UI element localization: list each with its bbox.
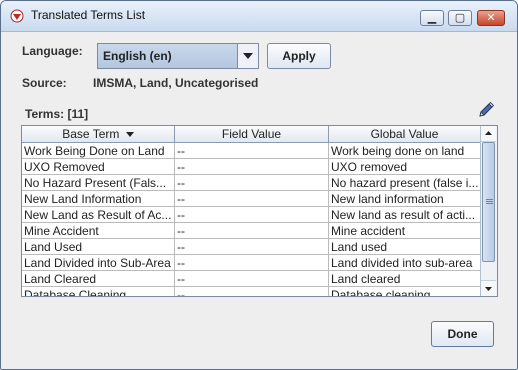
- terms-count-label: Terms: [11]: [25, 107, 89, 121]
- column-header-field-value[interactable]: Field Value: [175, 126, 329, 142]
- field-value-cell: --: [175, 271, 329, 287]
- translated-terms-dialog: Translated Terms List ▁ ▢ ✕ Language: En…: [0, 0, 518, 370]
- base-term-cell: Mine Accident: [22, 223, 175, 239]
- source-value: IMSMA, Land, Uncategorised: [93, 76, 259, 90]
- field-value-cell: --: [175, 239, 329, 255]
- app-logo-icon: [10, 9, 24, 23]
- global-value-cell: Land divided into sub-area: [329, 255, 481, 271]
- table-row[interactable]: Database Cleaning -- Database cleaning: [22, 287, 481, 296]
- close-icon: ✕: [486, 11, 496, 24]
- column-header-global-value[interactable]: Global Value: [329, 126, 481, 142]
- scroll-down-button[interactable]: [481, 280, 496, 296]
- field-value-cell: --: [175, 223, 329, 239]
- base-term-cell: Land Cleared: [22, 271, 175, 287]
- table-row[interactable]: Land Used -- Land used: [22, 239, 481, 255]
- scroll-up-button[interactable]: [481, 126, 496, 142]
- global-value-cell: Database cleaning: [329, 287, 481, 296]
- done-button[interactable]: Done: [431, 321, 494, 347]
- base-term-cell: Database Cleaning: [22, 287, 175, 296]
- field-value-cell: --: [175, 175, 329, 191]
- language-selected-value: English (en): [103, 49, 172, 63]
- table-row[interactable]: No Hazard Present (Fals... -- No hazard pr…: [22, 175, 481, 191]
- language-label: Language:: [22, 44, 83, 58]
- terms-table[interactable]: Base Term Field Value Global Value Work …: [21, 125, 498, 297]
- minimize-icon: ▁: [427, 11, 437, 24]
- table-row[interactable]: Work Being Done on Land -- Work being done…: [22, 143, 481, 159]
- scroll-thumb[interactable]: [482, 142, 495, 262]
- field-value-cell: --: [175, 191, 329, 207]
- global-value-cell: Mine accident: [329, 223, 481, 239]
- source-label: Source:: [22, 76, 67, 90]
- table-row[interactable]: UXO Removed -- UXO removed: [22, 159, 481, 175]
- table-header: Base Term Field Value Global Value: [22, 126, 481, 143]
- global-value-cell: Land used: [329, 239, 481, 255]
- thumb-grip: [486, 199, 493, 200]
- field-value-cell: --: [175, 255, 329, 271]
- field-value-cell: --: [175, 143, 329, 159]
- column-header-base-term[interactable]: Base Term: [22, 126, 175, 142]
- field-value-cell: --: [175, 159, 329, 175]
- dialog-content: Language: English (en) Apply Source: IMS…: [1, 32, 517, 369]
- maximize-button[interactable]: ▢: [448, 10, 472, 26]
- base-term-cell: Land Divided into Sub-Area: [22, 255, 175, 271]
- chevron-down-icon[interactable]: [237, 44, 258, 68]
- base-term-cell: No Hazard Present (Fals...: [22, 175, 175, 191]
- scroll-down-icon: [485, 287, 492, 291]
- table-row[interactable]: New Land as Result of Ac... -- New land as…: [22, 207, 481, 223]
- thumb-grip: [486, 201, 493, 202]
- global-value-cell: Land cleared: [329, 271, 481, 287]
- global-value-cell: No hazard present (false i...: [329, 175, 481, 191]
- minimize-button[interactable]: ▁: [420, 10, 444, 26]
- maximize-icon: ▢: [454, 11, 466, 24]
- apply-button[interactable]: Apply: [267, 43, 331, 69]
- global-value-cell: New land information: [329, 191, 481, 207]
- language-select[interactable]: English (en): [97, 43, 259, 69]
- field-value-cell: --: [175, 207, 329, 223]
- base-term-cell: New Land as Result of Ac...: [22, 207, 175, 223]
- base-term-cell: New Land Information: [22, 191, 175, 207]
- thumb-grip: [486, 203, 493, 204]
- base-term-cell: Work Being Done on Land: [22, 143, 175, 159]
- global-value-cell: UXO removed: [329, 159, 481, 175]
- sort-descending-icon: [125, 132, 134, 137]
- title-bar[interactable]: Translated Terms List ▁ ▢ ✕: [1, 1, 517, 32]
- table-row[interactable]: Land Cleared -- Land cleared: [22, 271, 481, 287]
- close-button[interactable]: ✕: [477, 10, 505, 26]
- vertical-scrollbar[interactable]: [480, 126, 497, 296]
- table-row[interactable]: Mine Accident -- Mine accident: [22, 223, 481, 239]
- base-term-cell: UXO Removed: [22, 159, 175, 175]
- scroll-up-icon: [485, 131, 492, 135]
- table-row[interactable]: Land Divided into Sub-Area -- Land divided…: [22, 255, 481, 271]
- table-row[interactable]: New Land Information -- New land informati…: [22, 191, 481, 207]
- base-term-cell: Land Used: [22, 239, 175, 255]
- field-value-cell: --: [175, 287, 329, 296]
- global-value-cell: New land as result of acti...: [329, 207, 481, 223]
- global-value-cell: Work being done on land: [329, 143, 481, 159]
- window-title: Translated Terms List: [31, 8, 146, 22]
- pencil-icon[interactable]: [476, 100, 496, 120]
